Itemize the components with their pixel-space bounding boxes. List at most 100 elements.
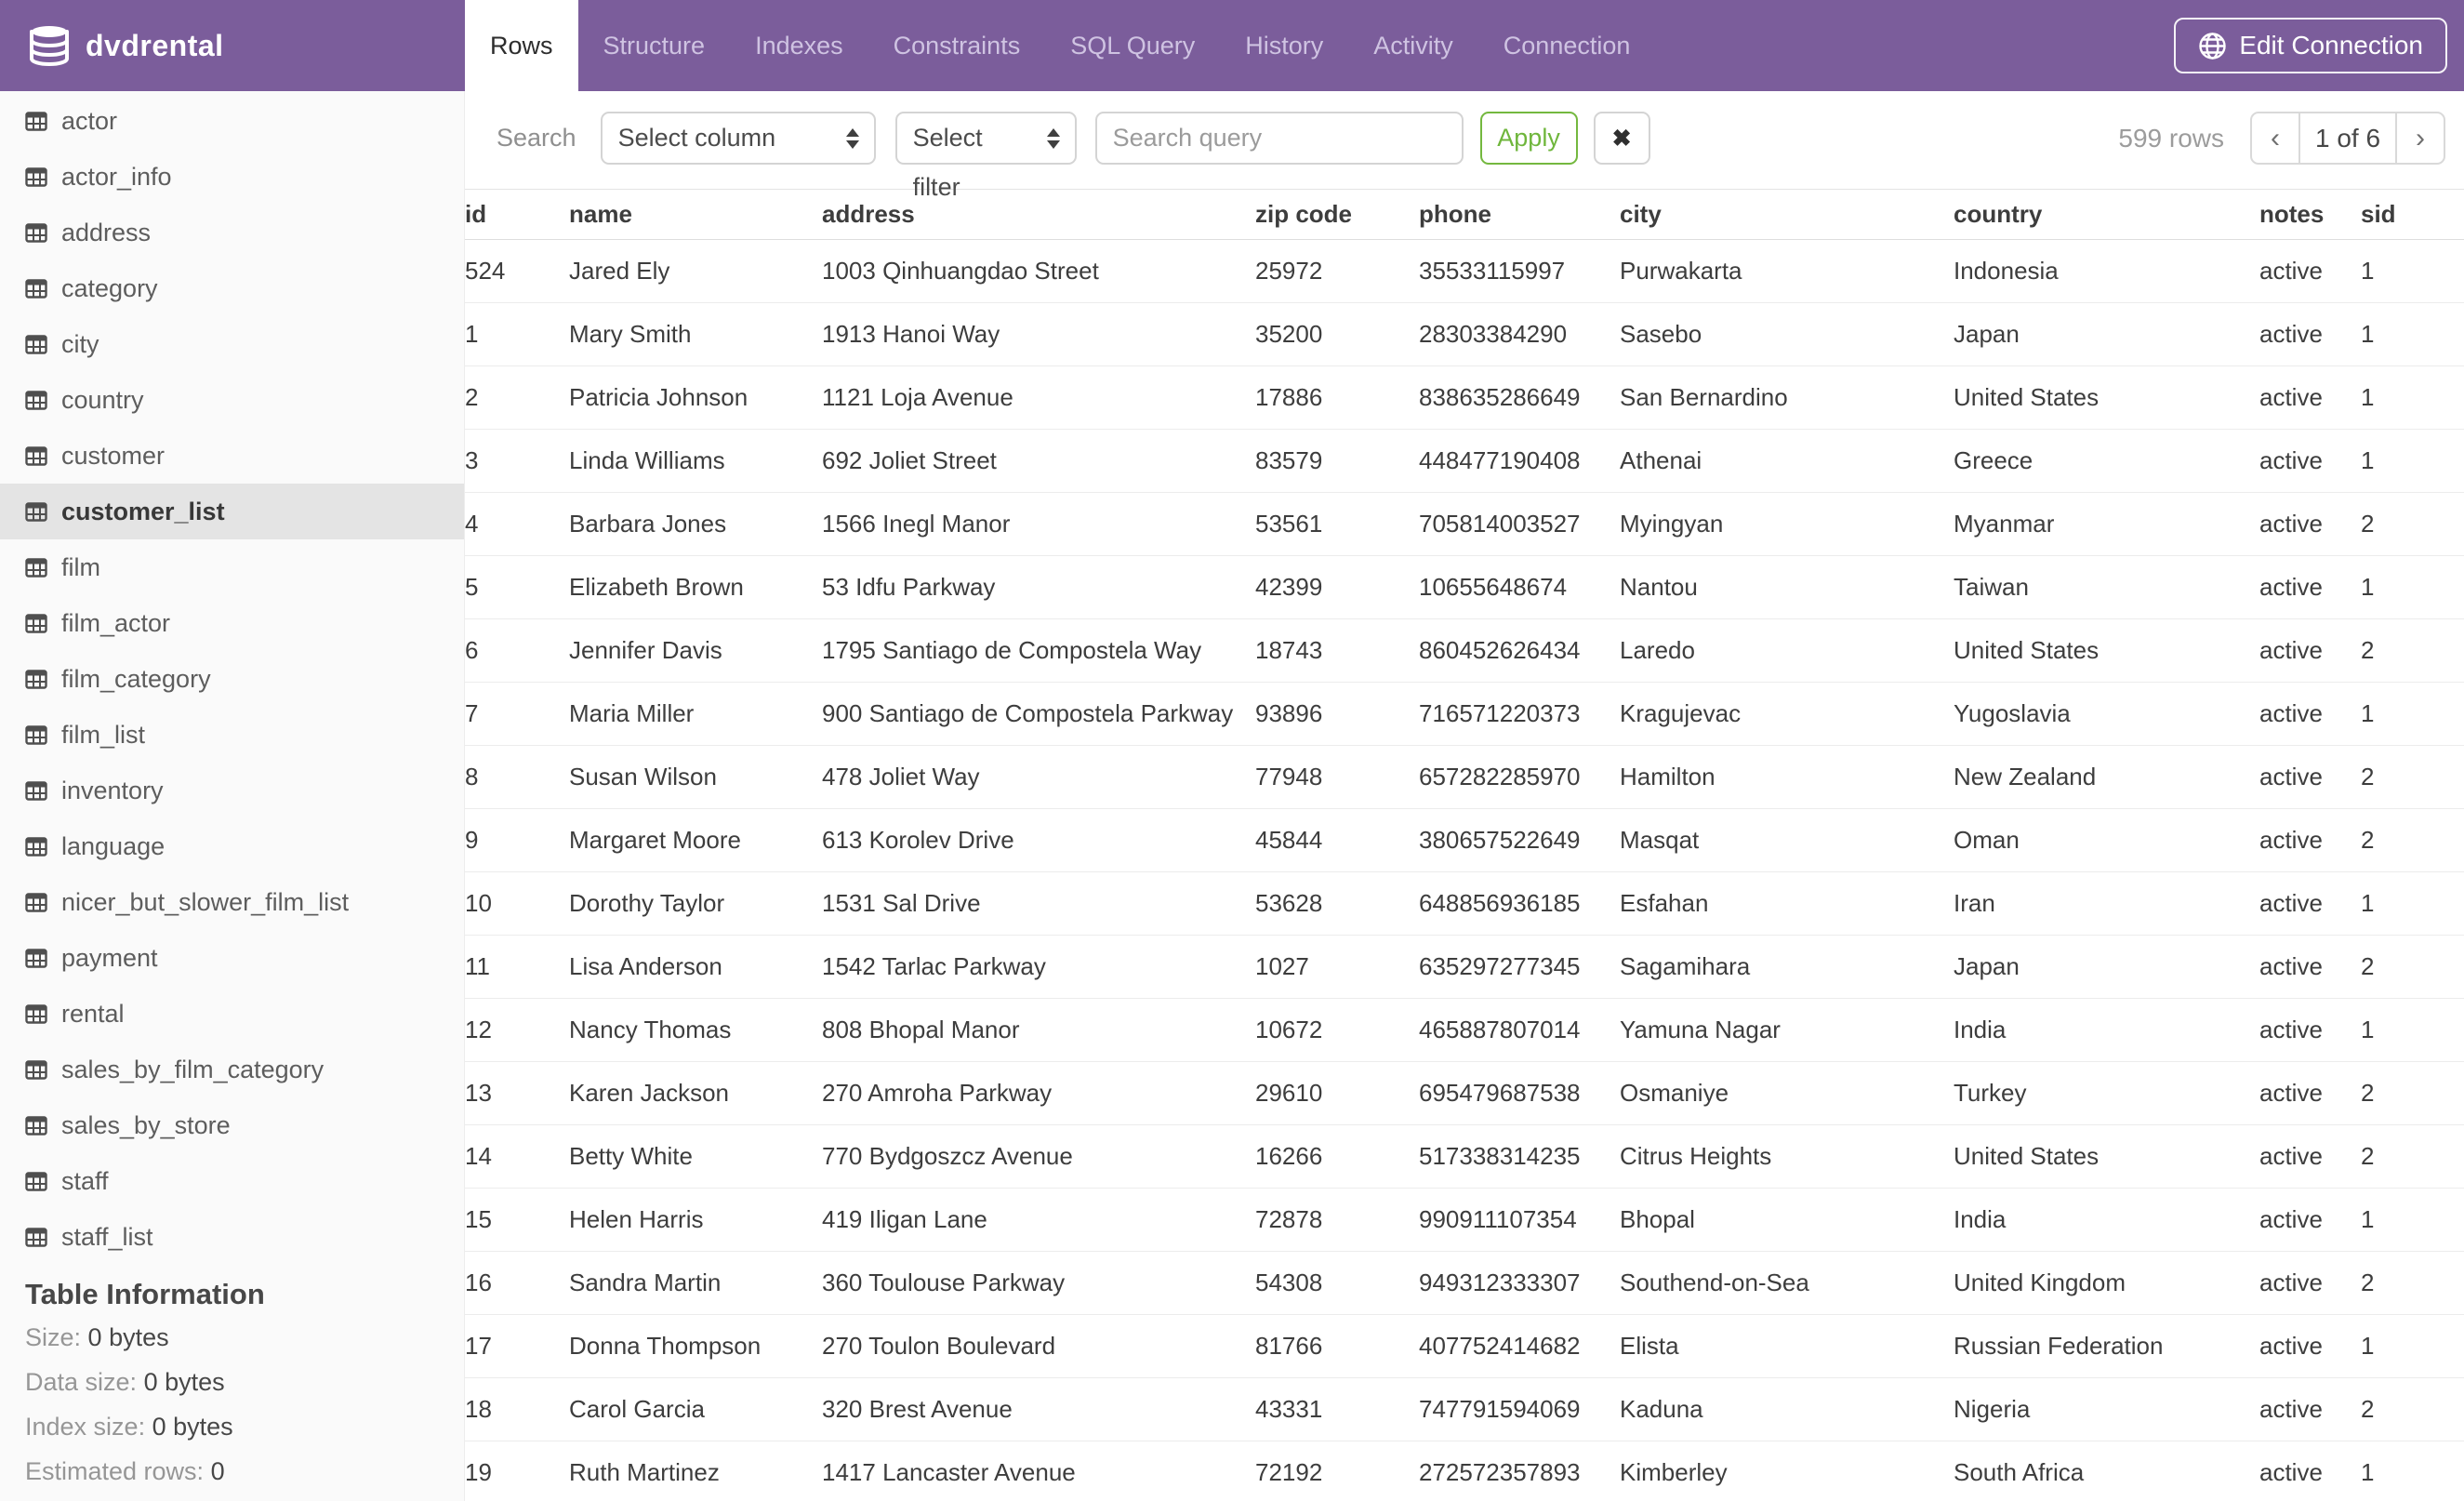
nav-tab-rows[interactable]: Rows bbox=[465, 0, 578, 91]
table-row[interactable]: 5 Elizabeth Brown 53 Idfu Parkway 42399 1065… bbox=[465, 555, 2464, 619]
table-grid-icon bbox=[25, 501, 47, 522]
sidebar-item-inventory[interactable]: inventory bbox=[0, 763, 464, 818]
table-row[interactable]: 1 Mary Smith 1913 Hanoi Way 35200 2830338429… bbox=[465, 302, 2464, 366]
clear-search-button[interactable]: ✖ bbox=[1593, 112, 1650, 165]
table-row[interactable]: 11 Lisa Anderson 1542 Tarlac Parkway 1027 63… bbox=[465, 935, 2464, 999]
cell-zip-code: 53561 bbox=[1255, 492, 1419, 556]
column-header-country[interactable]: country bbox=[1954, 189, 2259, 240]
table-row[interactable]: 6 Jennifer Davis 1795 Santiago de Composte… bbox=[465, 618, 2464, 683]
sidebar-item-actor_info[interactable]: actor_info bbox=[0, 149, 464, 205]
sidebar-item-language[interactable]: language bbox=[0, 818, 464, 874]
filter-select[interactable]: Select filter bbox=[894, 112, 1077, 201]
table-row[interactable]: 524 Jared Ely 1003 Qinhuangdao Street 25972… bbox=[465, 239, 2464, 303]
table-row[interactable]: 7 Maria Miller 900 Santiago de Compostela … bbox=[465, 682, 2464, 746]
cell-id: 4 bbox=[465, 492, 569, 556]
table-row[interactable]: 15 Helen Harris 419 Iligan Lane 72878 990911… bbox=[465, 1188, 2464, 1252]
table-row[interactable]: 13 Karen Jackson 270 Amroha Parkway 29610 69… bbox=[465, 1061, 2464, 1125]
column-header-name[interactable]: name bbox=[569, 189, 822, 240]
table-row[interactable]: 12 Nancy Thomas 808 Bhopal Manor 10672 46588… bbox=[465, 998, 2464, 1062]
column-select[interactable]: Select column bbox=[600, 112, 876, 165]
cell-phone: 272572357893 bbox=[1419, 1441, 1620, 1501]
table-grid-icon bbox=[25, 724, 47, 745]
sidebar-item-customer_list[interactable]: customer_list bbox=[0, 484, 464, 539]
table-name: staff_list bbox=[61, 1222, 153, 1251]
cell-sid: 1 bbox=[2361, 555, 2464, 619]
table-row[interactable]: 2 Patricia Johnson 1121 Loja Avenue 17886 83… bbox=[465, 365, 2464, 430]
edit-connection-label: Edit Connection bbox=[2239, 31, 2423, 60]
table-name: city bbox=[61, 329, 99, 358]
cell-address: 478 Joliet Way bbox=[822, 745, 1255, 809]
next-page-button[interactable]: › bbox=[2395, 112, 2445, 165]
column-header-city[interactable]: city bbox=[1620, 189, 1954, 240]
nav-tab-history[interactable]: History bbox=[1220, 0, 1348, 91]
sidebar-item-payment[interactable]: payment bbox=[0, 930, 464, 986]
column-header-address[interactable]: address bbox=[822, 189, 1255, 240]
nav-tab-structure[interactable]: Structure bbox=[578, 0, 731, 91]
cell-country: South Africa bbox=[1954, 1441, 2259, 1501]
sidebar-item-sales_by_film_category[interactable]: sales_by_film_category bbox=[0, 1042, 464, 1097]
sidebar-item-film_category[interactable]: film_category bbox=[0, 651, 464, 707]
cell-name: Ruth Martinez bbox=[569, 1441, 822, 1501]
column-header-sid[interactable]: sid bbox=[2361, 189, 2464, 240]
column-header-phone[interactable]: phone bbox=[1419, 189, 1620, 240]
sidebar-item-customer[interactable]: customer bbox=[0, 428, 464, 484]
cell-sid: 1 bbox=[2361, 429, 2464, 493]
sidebar-item-country[interactable]: country bbox=[0, 372, 464, 428]
sidebar-item-film_list[interactable]: film_list bbox=[0, 707, 464, 763]
sidebar-item-staff_list[interactable]: staff_list bbox=[0, 1209, 464, 1265]
cell-id: 18 bbox=[465, 1377, 569, 1441]
sidebar-item-staff[interactable]: staff bbox=[0, 1153, 464, 1209]
nav-tab-activity[interactable]: Activity bbox=[1348, 0, 1478, 91]
nav-tab-constraints[interactable]: Constraints bbox=[868, 0, 1046, 91]
table-row[interactable]: 14 Betty White 770 Bydgoszcz Avenue 16266 51… bbox=[465, 1124, 2464, 1189]
sidebar-item-sales_by_store[interactable]: sales_by_store bbox=[0, 1097, 464, 1153]
table-row[interactable]: 10 Dorothy Taylor 1531 Sal Drive 53628 64885… bbox=[465, 871, 2464, 936]
cell-sid: 1 bbox=[2361, 1314, 2464, 1378]
nav-tab-sql-query[interactable]: SQL Query bbox=[1045, 0, 1220, 91]
column-header-notes[interactable]: notes bbox=[2259, 189, 2361, 240]
cell-sid: 2 bbox=[2361, 1124, 2464, 1189]
table-row[interactable]: 3 Linda Williams 692 Joliet Street 83579 448… bbox=[465, 429, 2464, 493]
table-grid-icon bbox=[25, 836, 47, 857]
cell-city: Bhopal bbox=[1620, 1188, 1954, 1252]
sidebar-item-film_actor[interactable]: film_actor bbox=[0, 595, 464, 651]
cell-id: 9 bbox=[465, 808, 569, 872]
table-grid-icon bbox=[25, 334, 47, 354]
table-row[interactable]: 9 Margaret Moore 613 Korolev Drive 45844 380… bbox=[465, 808, 2464, 872]
cell-name: Lisa Anderson bbox=[569, 935, 822, 999]
sidebar-item-actor[interactable]: actor bbox=[0, 93, 464, 149]
cell-name: Mary Smith bbox=[569, 302, 822, 366]
cell-sid: 1 bbox=[2361, 365, 2464, 430]
nav-tab-indexes[interactable]: Indexes bbox=[730, 0, 868, 91]
table-row[interactable]: 17 Donna Thompson 270 Toulon Boulevard 8176… bbox=[465, 1314, 2464, 1378]
database-logo: dvdrental bbox=[28, 0, 224, 91]
table-information: Table Information Size: 0 bytes Data size… bbox=[0, 1265, 464, 1494]
table-grid-icon bbox=[25, 557, 47, 578]
nav-tab-connection[interactable]: Connection bbox=[1478, 0, 1656, 91]
previous-page-button[interactable]: ‹ bbox=[2250, 112, 2300, 165]
apply-button[interactable]: Apply bbox=[1479, 112, 1578, 165]
table-row[interactable]: 8 Susan Wilson 478 Joliet Way 77948 65728228… bbox=[465, 745, 2464, 809]
cell-name: Betty White bbox=[569, 1124, 822, 1189]
sidebar-item-rental[interactable]: rental bbox=[0, 986, 464, 1042]
cell-phone: 747791594069 bbox=[1419, 1377, 1620, 1441]
sidebar-item-film[interactable]: film bbox=[0, 539, 464, 595]
table-name: payment bbox=[61, 943, 158, 972]
table-name: address bbox=[61, 218, 152, 246]
column-header-id[interactable]: id bbox=[465, 189, 569, 240]
cell-sid: 1 bbox=[2361, 682, 2464, 746]
table-row[interactable]: 18 Carol Garcia 320 Brest Avenue 43331 74779… bbox=[465, 1377, 2464, 1441]
page-indicator: 1 of 6 bbox=[2298, 112, 2397, 165]
sidebar-item-address[interactable]: address bbox=[0, 205, 464, 260]
cell-country: Japan bbox=[1954, 302, 2259, 366]
sidebar-item-category[interactable]: category bbox=[0, 260, 464, 316]
edit-connection-button[interactable]: Edit Connection bbox=[2174, 18, 2447, 73]
table-row[interactable]: 19 Ruth Martinez 1417 Lancaster Avenue 7219… bbox=[465, 1441, 2464, 1501]
cell-city: Myingyan bbox=[1620, 492, 1954, 556]
column-header-zip-code[interactable]: zip code bbox=[1255, 189, 1419, 240]
search-query-input[interactable] bbox=[1094, 112, 1464, 165]
sidebar-item-city[interactable]: city bbox=[0, 316, 464, 372]
table-row[interactable]: 16 Sandra Martin 360 Toulouse Parkway 54308… bbox=[465, 1251, 2464, 1315]
table-row[interactable]: 4 Barbara Jones 1566 Inegl Manor 53561 70581… bbox=[465, 492, 2464, 556]
sidebar-item-nicer_but_slower_film_list[interactable]: nicer_but_slower_film_list bbox=[0, 874, 464, 930]
